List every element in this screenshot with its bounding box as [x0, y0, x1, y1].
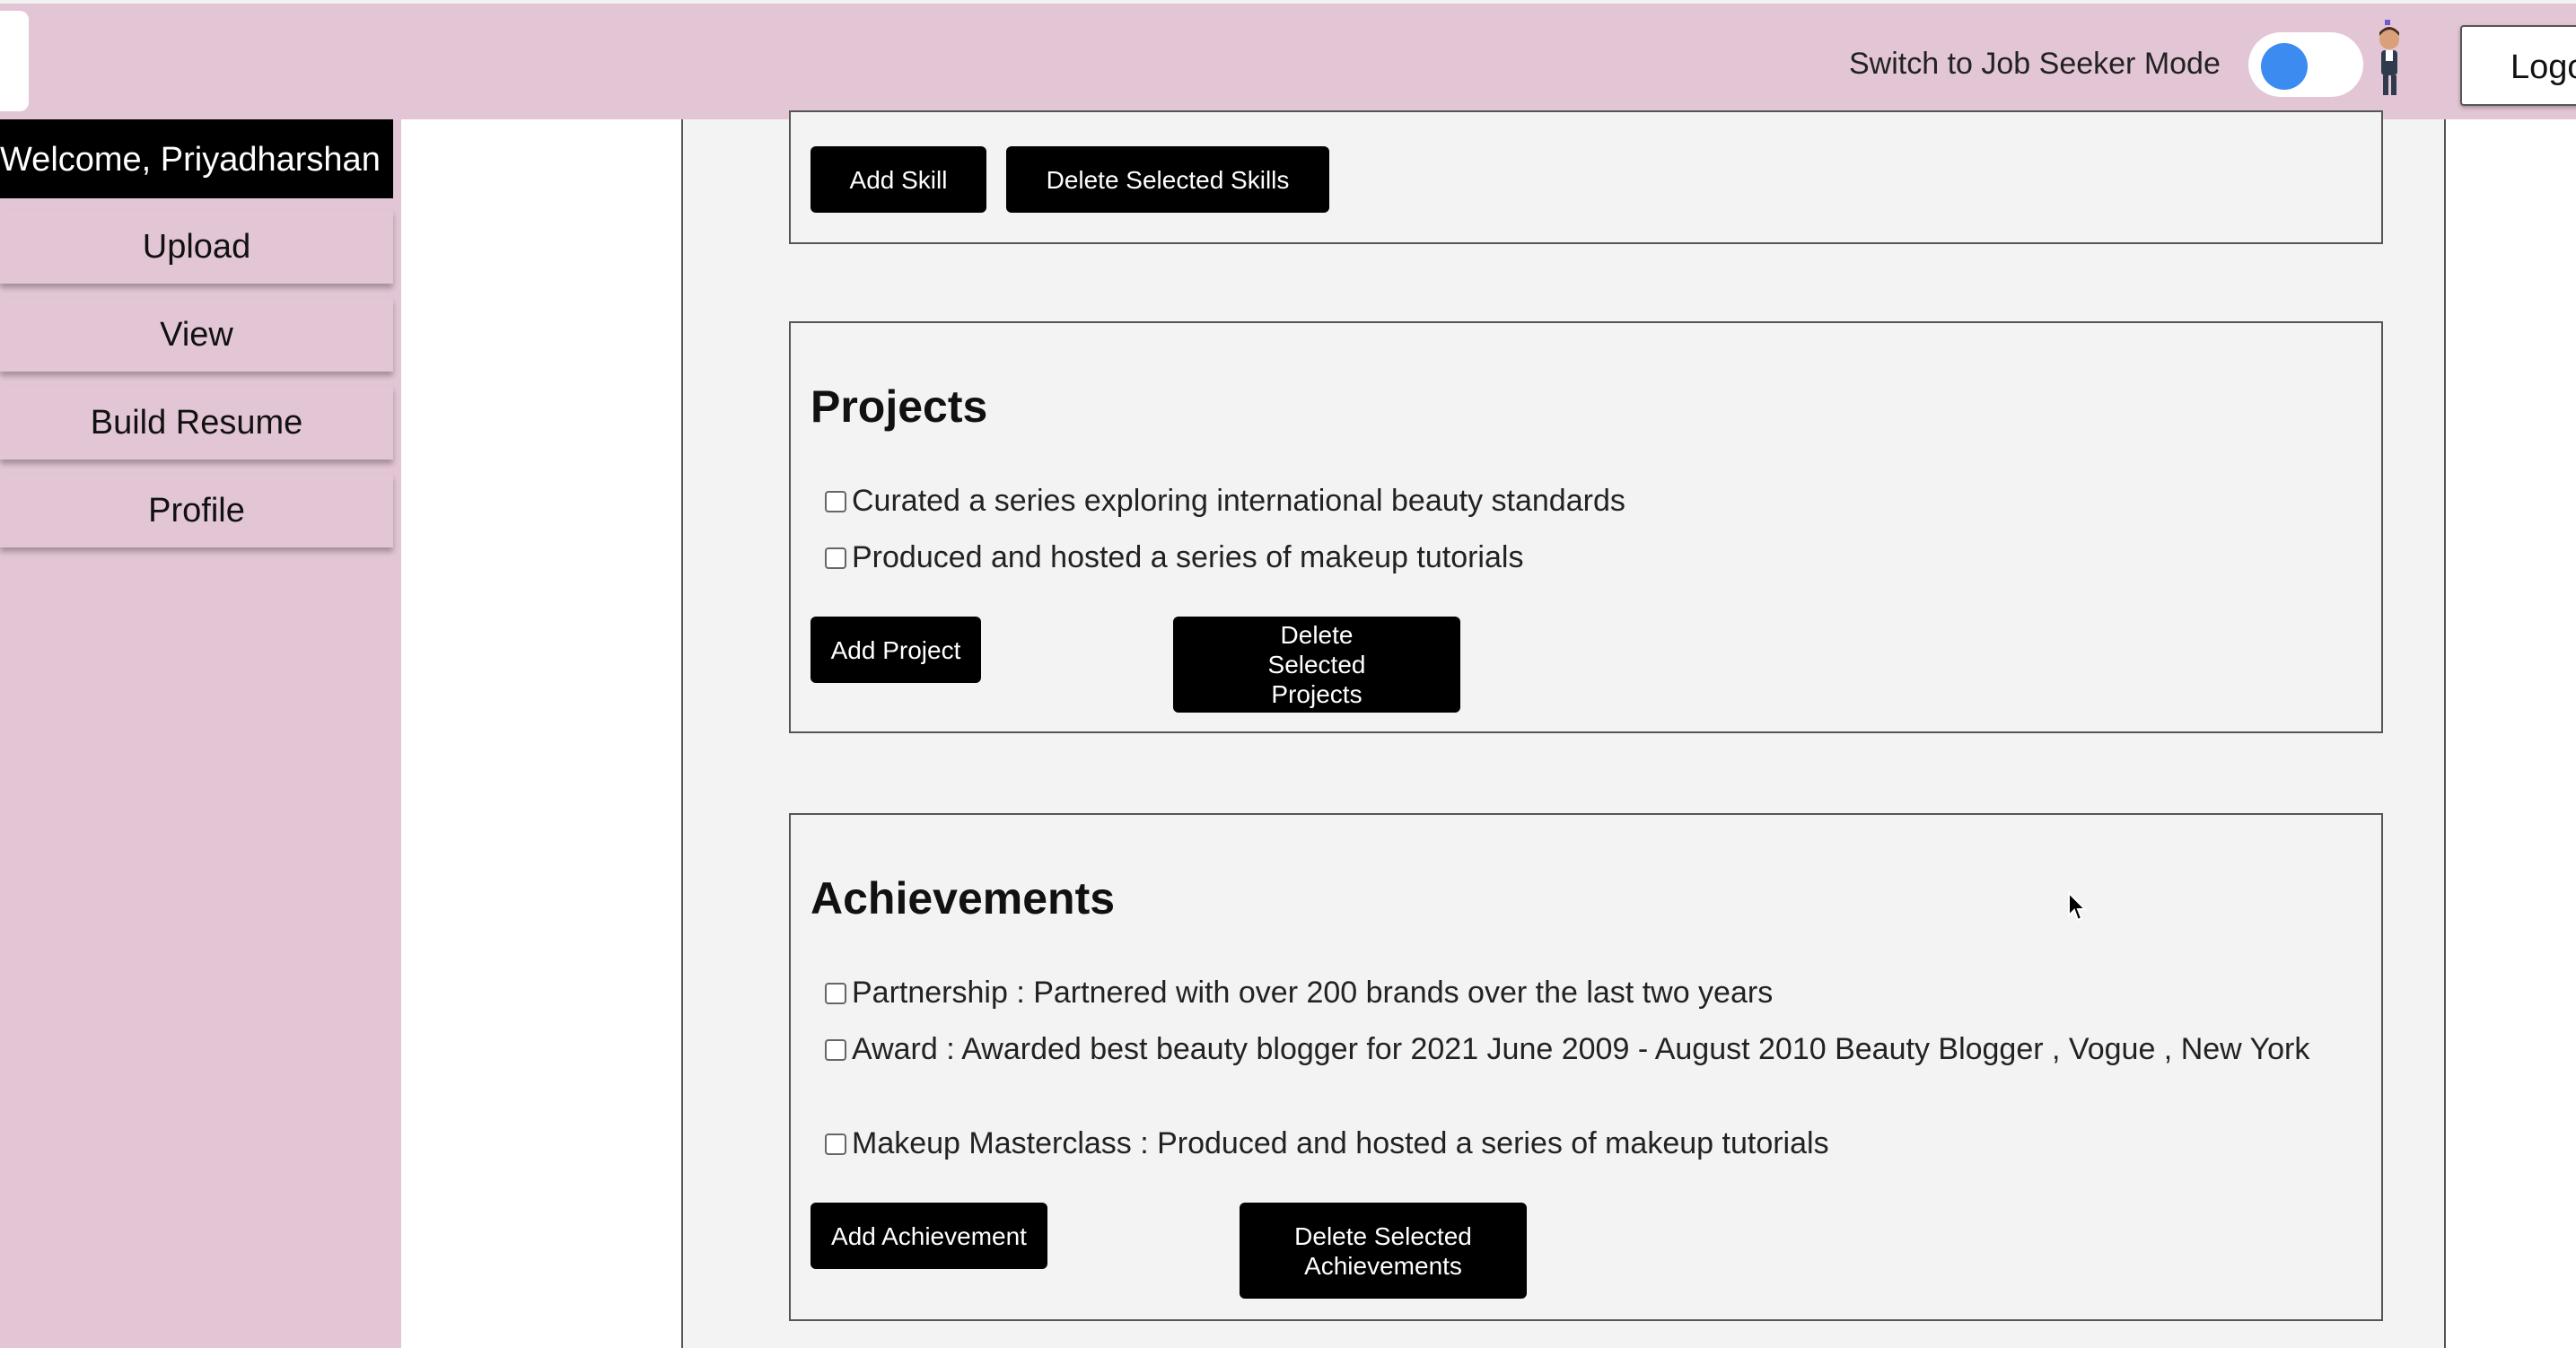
- main-content: Add Skill Delete Selected Skills Project…: [681, 110, 2446, 1348]
- project-item-text: Produced and hosted a series of makeup t…: [852, 540, 1524, 574]
- corner-button[interactable]: [0, 11, 29, 111]
- achievement-item-text: Partnership : Partnered with over 200 br…: [852, 976, 1774, 1010]
- project-item: Produced and hosted a series of makeup t…: [825, 539, 1523, 575]
- add-skill-button[interactable]: Add Skill: [810, 146, 986, 213]
- add-achievement-button[interactable]: Add Achievement: [810, 1203, 1047, 1269]
- mode-switch-label: Switch to Job Seeker Mode: [1849, 47, 2221, 81]
- user-avatar-icon[interactable]: [2366, 20, 2413, 101]
- achievement-checkbox[interactable]: [825, 1134, 846, 1155]
- logout-button[interactable]: Logout: [2460, 25, 2576, 106]
- sidebar-item-view[interactable]: View: [0, 298, 393, 372]
- projects-section: Projects Curated a series exploring inte…: [789, 321, 2383, 733]
- toggle-knob: [2261, 43, 2308, 90]
- achievement-item: Award : Awarded best beauty blogger for …: [819, 1031, 2363, 1067]
- achievements-heading: Achievements: [810, 873, 1116, 923]
- project-item-text: Curated a series exploring international…: [852, 484, 1625, 518]
- delete-selected-skills-button[interactable]: Delete Selected Skills: [1006, 146, 1329, 213]
- achievement-checkbox[interactable]: [825, 983, 846, 1004]
- sidebar-item-profile[interactable]: Profile: [0, 474, 393, 547]
- delete-selected-achievements-button[interactable]: Delete Selected Achievements: [1240, 1203, 1527, 1299]
- sidebar: Welcome, Priyadharshan Upload View Build…: [0, 119, 401, 1348]
- skills-section: Add Skill Delete Selected Skills: [789, 110, 2383, 244]
- sidebar-item-build-resume[interactable]: Build Resume: [0, 386, 393, 460]
- achievement-item-text: Makeup Masterclass : Produced and hosted…: [852, 1126, 1829, 1160]
- achievements-section: Achievements Partnership : Partnered wit…: [789, 813, 2383, 1321]
- mouse-cursor-icon: [2068, 892, 2088, 922]
- achievement-item: Partnership : Partnered with over 200 br…: [825, 975, 1773, 1011]
- top-bar: Switch to Job Seeker Mode Logout: [0, 0, 2576, 119]
- project-checkbox[interactable]: [825, 491, 846, 512]
- job-seeker-mode-toggle[interactable]: [2248, 32, 2363, 97]
- sidebar-item-upload[interactable]: Upload: [0, 210, 393, 284]
- achievement-item: Makeup Masterclass : Produced and hosted…: [825, 1125, 1829, 1161]
- project-checkbox[interactable]: [825, 547, 846, 569]
- project-item: Curated a series exploring international…: [825, 483, 1625, 519]
- projects-heading: Projects: [810, 381, 988, 432]
- achievement-item-text: Award : Awarded best beauty blogger for …: [852, 1032, 2310, 1066]
- add-project-button[interactable]: Add Project: [810, 617, 981, 683]
- achievement-checkbox[interactable]: [825, 1039, 846, 1061]
- welcome-banner: Welcome, Priyadharshan: [0, 119, 393, 198]
- delete-selected-projects-button[interactable]: Delete Selected Projects: [1173, 617, 1460, 713]
